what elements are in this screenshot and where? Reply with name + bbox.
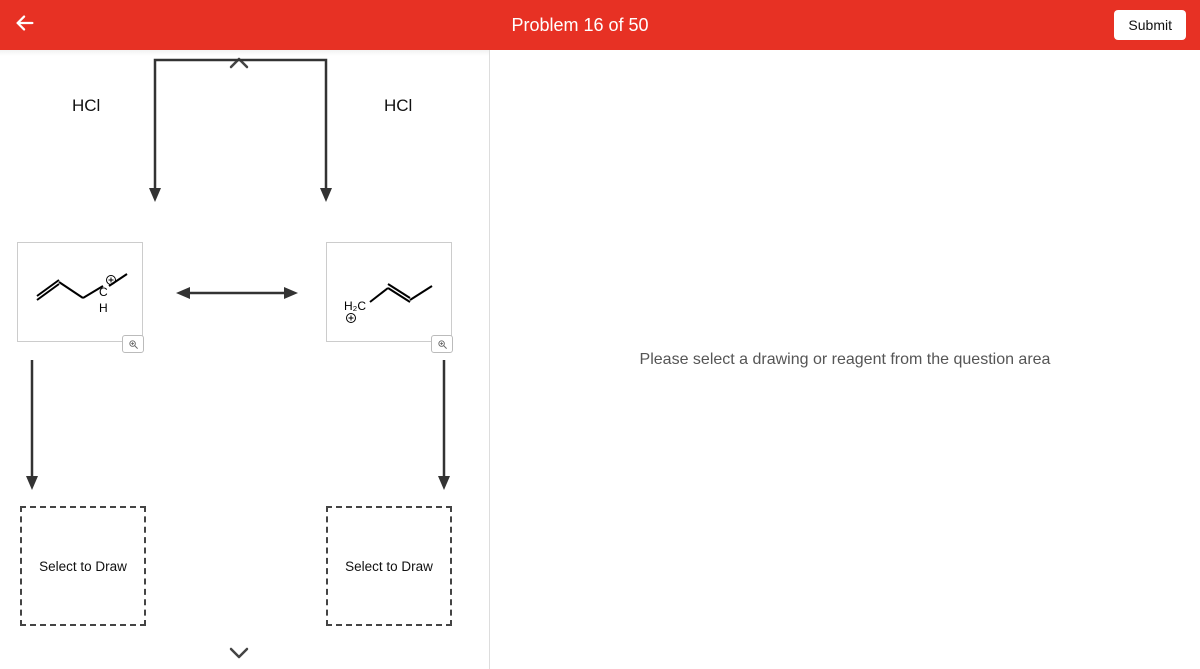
reagent-label-right[interactable]: HCl: [384, 96, 412, 116]
structure-box-right[interactable]: H₂C: [326, 242, 452, 342]
chevron-down-icon[interactable]: [226, 644, 252, 667]
placeholder-message: Please select a drawing or reagent from …: [640, 351, 1051, 369]
draw-box-left[interactable]: Select to Draw: [20, 506, 146, 626]
submit-button[interactable]: Submit: [1114, 10, 1186, 40]
reagent-label-left[interactable]: HCl: [72, 96, 100, 116]
question-area: HCl HCl C H: [0, 50, 490, 669]
h-label: H: [99, 301, 108, 315]
draw-box-right[interactable]: Select to Draw: [326, 506, 452, 626]
answer-area: Please select a drawing or reagent from …: [490, 50, 1200, 669]
structure-box-left[interactable]: C H: [17, 242, 143, 342]
c-label: C: [99, 285, 108, 299]
problem-counter: Problem 16 of 50: [54, 15, 1106, 36]
back-arrow-icon[interactable]: [14, 12, 36, 39]
app-header: Problem 16 of 50 Submit: [0, 0, 1200, 50]
h2c-label: H₂C: [344, 299, 366, 313]
